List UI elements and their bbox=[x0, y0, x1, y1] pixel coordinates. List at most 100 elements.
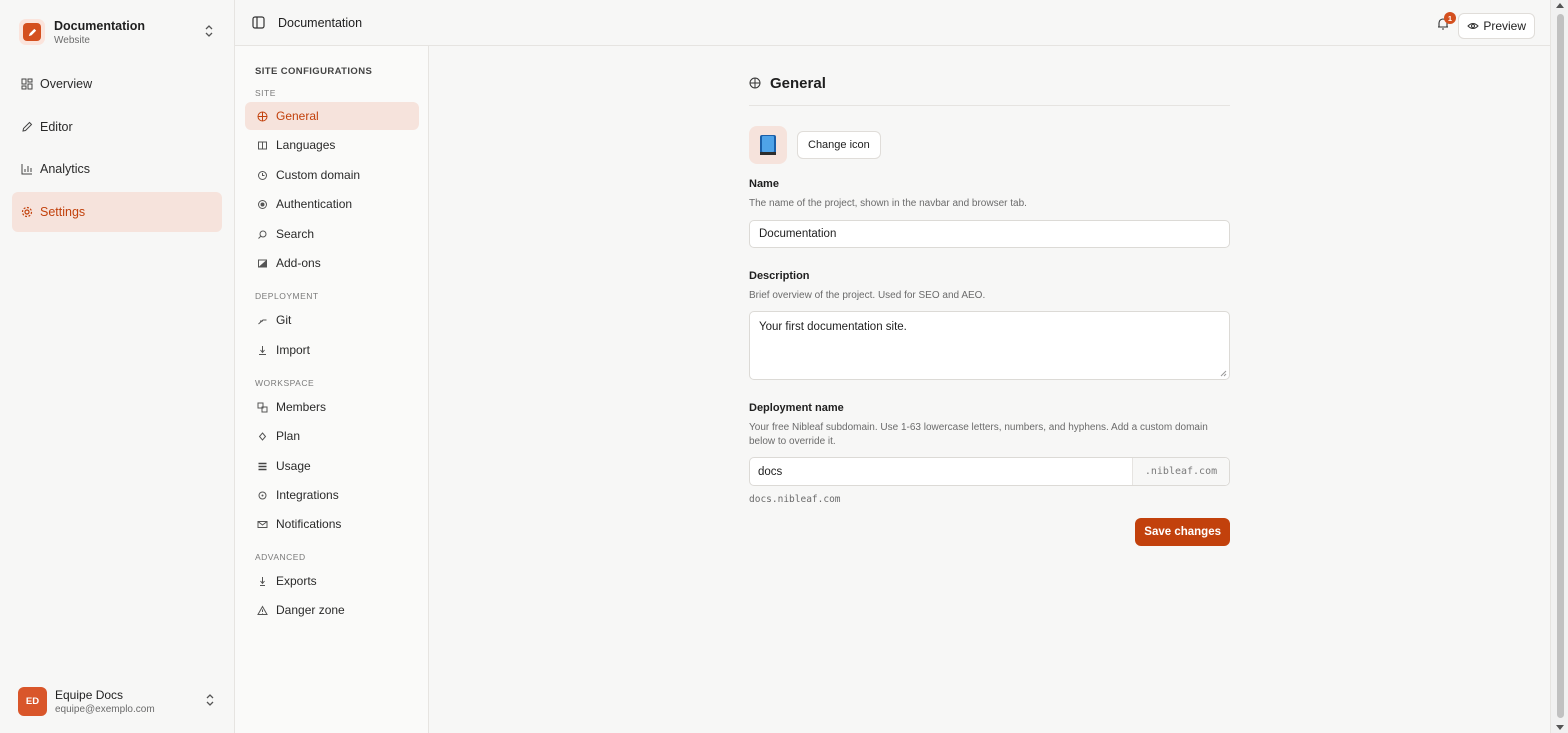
name-help: The name of the project, shown in the na… bbox=[749, 198, 1027, 209]
settings-item-import[interactable]: Import bbox=[245, 336, 419, 364]
deployment-label: Deployment name bbox=[749, 402, 844, 414]
mail-icon bbox=[257, 520, 268, 528]
settings-item-exports[interactable]: Exports bbox=[245, 567, 419, 595]
git-branch-icon bbox=[258, 319, 267, 324]
page-title: Documentation bbox=[278, 15, 363, 30]
app-sidebar: Documentation Website Overview Editor An… bbox=[0, 0, 235, 733]
settings-item-label: Languages bbox=[276, 138, 336, 152]
settings-item-label: General bbox=[276, 109, 319, 123]
settings-item-label: Danger zone bbox=[276, 603, 345, 617]
settings-item-notifications[interactable]: Notifications bbox=[245, 510, 419, 538]
settings-item-label: Plan bbox=[276, 429, 301, 443]
settings-item-label: Notifications bbox=[276, 517, 342, 531]
scroll-up-icon[interactable] bbox=[1556, 3, 1564, 8]
description-help: Brief overview of the project. Used for … bbox=[749, 290, 986, 301]
warning-icon bbox=[257, 604, 268, 615]
avatar: ED bbox=[18, 686, 47, 716]
settings-item-git[interactable]: Git bbox=[245, 306, 419, 334]
scroll-down-icon[interactable] bbox=[1556, 725, 1564, 730]
export-icon bbox=[260, 576, 265, 586]
preview-button[interactable]: Preview bbox=[1458, 13, 1535, 39]
settings-item-label: Integrations bbox=[276, 488, 339, 502]
puzzle-icon bbox=[258, 259, 267, 267]
nav-item-label: Editor bbox=[40, 119, 73, 134]
nav-item-label: Analytics bbox=[40, 162, 91, 176]
settings-item-integrations[interactable]: Integrations bbox=[245, 481, 419, 509]
pencil-icon bbox=[28, 28, 36, 36]
nav-item-overview[interactable]: Overview bbox=[12, 64, 222, 104]
site-icon[interactable] bbox=[749, 126, 787, 164]
section-title: General bbox=[770, 74, 826, 92]
settings-item-label: Exports bbox=[276, 574, 317, 588]
divider bbox=[749, 105, 1230, 106]
settings-item-members[interactable]: Members bbox=[245, 393, 419, 421]
settings-item-label: Custom domain bbox=[276, 168, 361, 182]
save-button[interactable]: Save changes bbox=[1135, 518, 1230, 546]
scrollbar[interactable] bbox=[1550, 0, 1568, 733]
general-settings-panel: General Change icon Name The name of the… bbox=[749, 66, 1230, 546]
settings-item-languages[interactable]: Languages bbox=[245, 131, 419, 159]
description-textarea[interactable]: Your first documentation site. bbox=[749, 311, 1230, 380]
plug-icon bbox=[258, 491, 267, 499]
eye-icon bbox=[1467, 23, 1480, 29]
settings-item-label: Add-ons bbox=[276, 256, 321, 270]
settings-nav: SITE CONFIGURATIONS SITE General Languag… bbox=[235, 46, 429, 733]
nav-item-label: Settings bbox=[40, 204, 86, 219]
chevron-up-down-icon bbox=[205, 25, 213, 37]
group-label-deployment: DEPLOYMENT bbox=[255, 291, 319, 301]
project-subtitle: Website bbox=[54, 34, 90, 46]
settings-item-label: Search bbox=[276, 227, 315, 241]
book-icon bbox=[258, 141, 267, 149]
settings-item-label: Git bbox=[276, 313, 292, 327]
bell-icon[interactable]: 1 bbox=[1436, 12, 1456, 31]
gear-icon bbox=[21, 206, 33, 217]
nav-item-label: Overview bbox=[40, 77, 93, 91]
user-menu[interactable]: ED Equipe Docs equipe@exemplo.com bbox=[18, 685, 223, 717]
settings-item-general[interactable]: General bbox=[245, 102, 419, 130]
diamond-icon bbox=[258, 431, 267, 441]
download-icon bbox=[259, 345, 266, 355]
users-icon bbox=[257, 402, 268, 412]
list-icon bbox=[258, 462, 267, 470]
main-nav: Overview Editor Analytics Settings bbox=[12, 64, 222, 234]
domain-suffix: .nibleaf.com bbox=[1132, 458, 1229, 485]
settings-item-add-ons[interactable]: Add-ons bbox=[245, 249, 419, 277]
bar-chart-icon bbox=[21, 164, 32, 175]
name-label: Name bbox=[749, 178, 779, 190]
deployment-input[interactable]: docs bbox=[750, 458, 1132, 485]
name-input[interactable]: Documentation bbox=[749, 220, 1230, 248]
group-label-site: SITE bbox=[255, 88, 276, 98]
settings-item-custom-domain[interactable]: Custom domain bbox=[245, 161, 419, 189]
project-switcher[interactable]: Documentation Website bbox=[12, 12, 222, 52]
group-label-advanced: ADVANCED bbox=[255, 552, 306, 562]
topbar: Documentation 1 Preview bbox=[235, 0, 1550, 46]
settings-heading: SITE CONFIGURATIONS bbox=[255, 66, 373, 77]
user-name: Equipe Docs bbox=[55, 687, 124, 702]
settings-item-label: Members bbox=[276, 400, 327, 414]
settings-item-danger-zone[interactable]: Danger zone bbox=[245, 596, 419, 624]
group-label-workspace: WORKSPACE bbox=[255, 378, 315, 388]
nav-item-editor[interactable]: Editor bbox=[12, 107, 222, 147]
settings-item-authentication[interactable]: Authentication bbox=[245, 190, 419, 218]
preview-label: Preview bbox=[1483, 19, 1526, 33]
deployment-help: Your free Nibleaf subdomain. Use 1-63 lo… bbox=[749, 422, 1208, 447]
nav-item-settings[interactable]: Settings bbox=[12, 191, 222, 232]
nav-item-analytics[interactable]: Analytics bbox=[12, 149, 222, 189]
project-name: Documentation bbox=[54, 18, 145, 33]
change-icon-button[interactable]: Change icon bbox=[797, 131, 881, 159]
deployment-input-group: docs .nibleaf.com bbox=[749, 457, 1230, 486]
settings-item-search[interactable]: Search bbox=[245, 220, 419, 248]
pencil-icon bbox=[22, 121, 33, 132]
settings-item-usage[interactable]: Usage bbox=[245, 452, 419, 480]
user-email: equipe@exemplo.com bbox=[55, 703, 155, 715]
sidebar-toggle-icon[interactable] bbox=[252, 16, 266, 30]
globe-icon bbox=[257, 111, 268, 121]
resize-handle-icon[interactable] bbox=[1220, 370, 1227, 377]
scroll-thumb[interactable] bbox=[1557, 14, 1564, 718]
search-icon bbox=[258, 230, 267, 239]
settings-item-label: Authentication bbox=[276, 197, 353, 211]
settings-item-label: Usage bbox=[276, 459, 311, 473]
notification-badge: 1 bbox=[1444, 12, 1456, 24]
settings-item-plan[interactable]: Plan bbox=[245, 422, 419, 450]
description-value: Your first documentation site. bbox=[759, 321, 907, 333]
